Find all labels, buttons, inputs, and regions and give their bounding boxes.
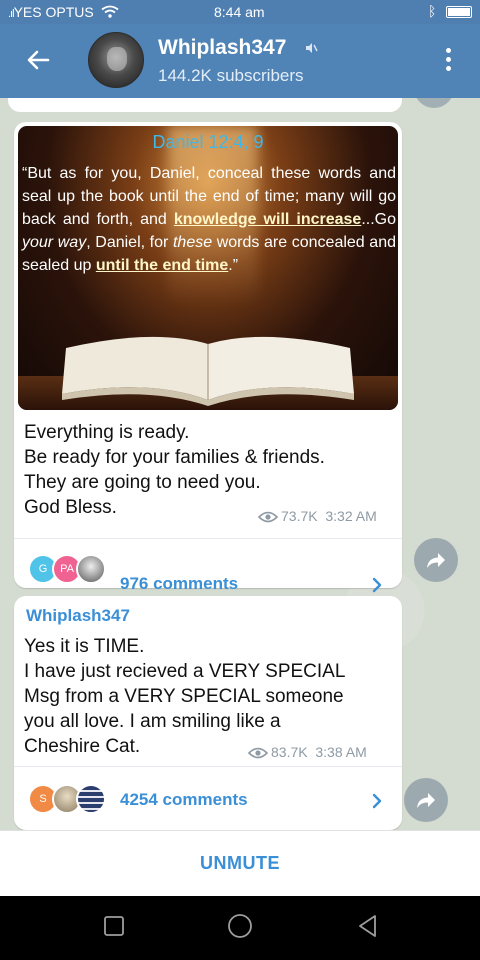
post-time: 3:32 AM	[325, 508, 377, 524]
battery-icon	[446, 6, 472, 18]
back-arrow-icon[interactable]	[22, 44, 54, 76]
message-list[interactable]: Daniel 12:4, 9 “But as for you, Daniel, …	[0, 98, 480, 830]
view-count: 83.7K	[271, 744, 308, 760]
chevron-right-icon[interactable]	[368, 792, 386, 810]
more-vert-icon[interactable]	[436, 44, 460, 76]
eye-icon	[257, 512, 279, 523]
post-text: Everything is ready. Be ready for your f…	[24, 422, 325, 518]
channel-avatar[interactable]	[88, 32, 144, 88]
circle-nav-icon[interactable]	[226, 912, 254, 940]
channel-title[interactable]: Whiplash347	[158, 36, 286, 60]
comments-link[interactable]: 4254 comments	[120, 790, 248, 810]
status-bar: .ılYES OPTUS 8:44 am ᛒ	[0, 0, 480, 24]
share-button[interactable]	[414, 98, 454, 108]
channel-post: Whiplash347 Yes it is TIME. I have just …	[14, 596, 402, 830]
wifi-icon	[101, 5, 119, 18]
bottom-action-bar: UNMUTE	[0, 830, 480, 896]
status-time: 8:44 am	[214, 4, 265, 20]
view-count: 73.7K	[281, 508, 318, 524]
post-meta: 73.7K 3:32 AM	[257, 508, 377, 524]
share-button[interactable]	[404, 778, 448, 822]
subscriber-count: 144.2K subscribers	[158, 66, 304, 85]
triangle-back-nav-icon[interactable]	[354, 912, 382, 940]
share-button[interactable]	[414, 538, 458, 582]
comments-link[interactable]: 976 comments	[120, 574, 238, 594]
verse-reference: Daniel 12:4, 9	[152, 132, 264, 152]
post-text: Yes it is TIME. I have just recieved a V…	[24, 636, 346, 757]
unmute-button[interactable]: UNMUTE	[0, 853, 480, 874]
carrier-label: .ılYES OPTUS	[8, 4, 119, 20]
open-book-illustration	[62, 336, 354, 406]
share-icon	[417, 793, 435, 808]
channel-header: Whiplash347 144.2K subscribers	[0, 24, 480, 98]
post-meta: 83.7K 3:38 AM	[247, 744, 367, 760]
post-image[interactable]: Daniel 12:4, 9 “But as for you, Daniel, …	[18, 126, 398, 410]
chevron-right-icon[interactable]	[368, 576, 386, 594]
channel-post: Daniel 12:4, 9 “But as for you, Daniel, …	[14, 122, 402, 593]
bluetooth-icon: ᛒ	[428, 3, 437, 19]
square-nav-icon[interactable]	[100, 912, 128, 940]
system-nav-bar	[0, 896, 480, 960]
share-icon	[427, 553, 445, 568]
previous-message-bubble	[8, 98, 402, 112]
verse-text: “But as for you, Daniel, conceal these w…	[22, 165, 396, 274]
sender-name[interactable]: Whiplash347	[26, 606, 130, 626]
post-time: 3:38 AM	[315, 744, 367, 760]
avatar	[76, 784, 106, 814]
eye-icon	[247, 748, 269, 759]
muted-icon	[306, 43, 318, 53]
avatar	[76, 554, 106, 584]
